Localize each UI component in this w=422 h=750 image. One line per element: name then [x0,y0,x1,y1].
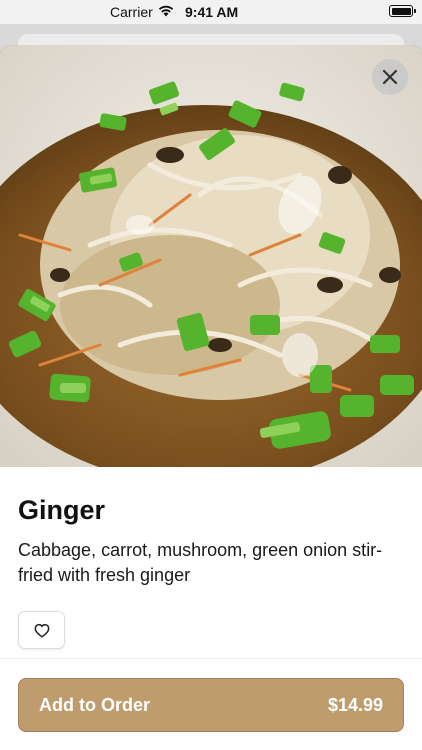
battery-icon [389,5,416,17]
item-detail-sheet: Ginger Cabbage, carrot, mushroom, green … [0,45,422,750]
item-info: Ginger Cabbage, carrot, mushroom, green … [18,495,404,588]
item-title: Ginger [18,495,106,525]
divider [0,658,422,659]
heart-icon [34,623,49,638]
add-to-order-label: Add to Order [39,694,150,715]
carrier-label: Carrier [110,4,153,20]
clock: 9:41 AM [185,4,239,20]
close-icon [382,69,398,85]
item-description: Cabbage, carrot, mushroom, green onion s… [18,540,383,585]
price-label: $14.99 [327,694,383,715]
dish-photo [0,45,422,467]
favorite-button[interactable] [18,611,65,649]
status-bar: Carrier 9:41 AM [0,0,422,24]
close-button[interactable] [372,59,408,95]
wifi-icon [158,5,174,17]
add-to-order-button[interactable]: Add to Order $14.99 [18,678,404,732]
